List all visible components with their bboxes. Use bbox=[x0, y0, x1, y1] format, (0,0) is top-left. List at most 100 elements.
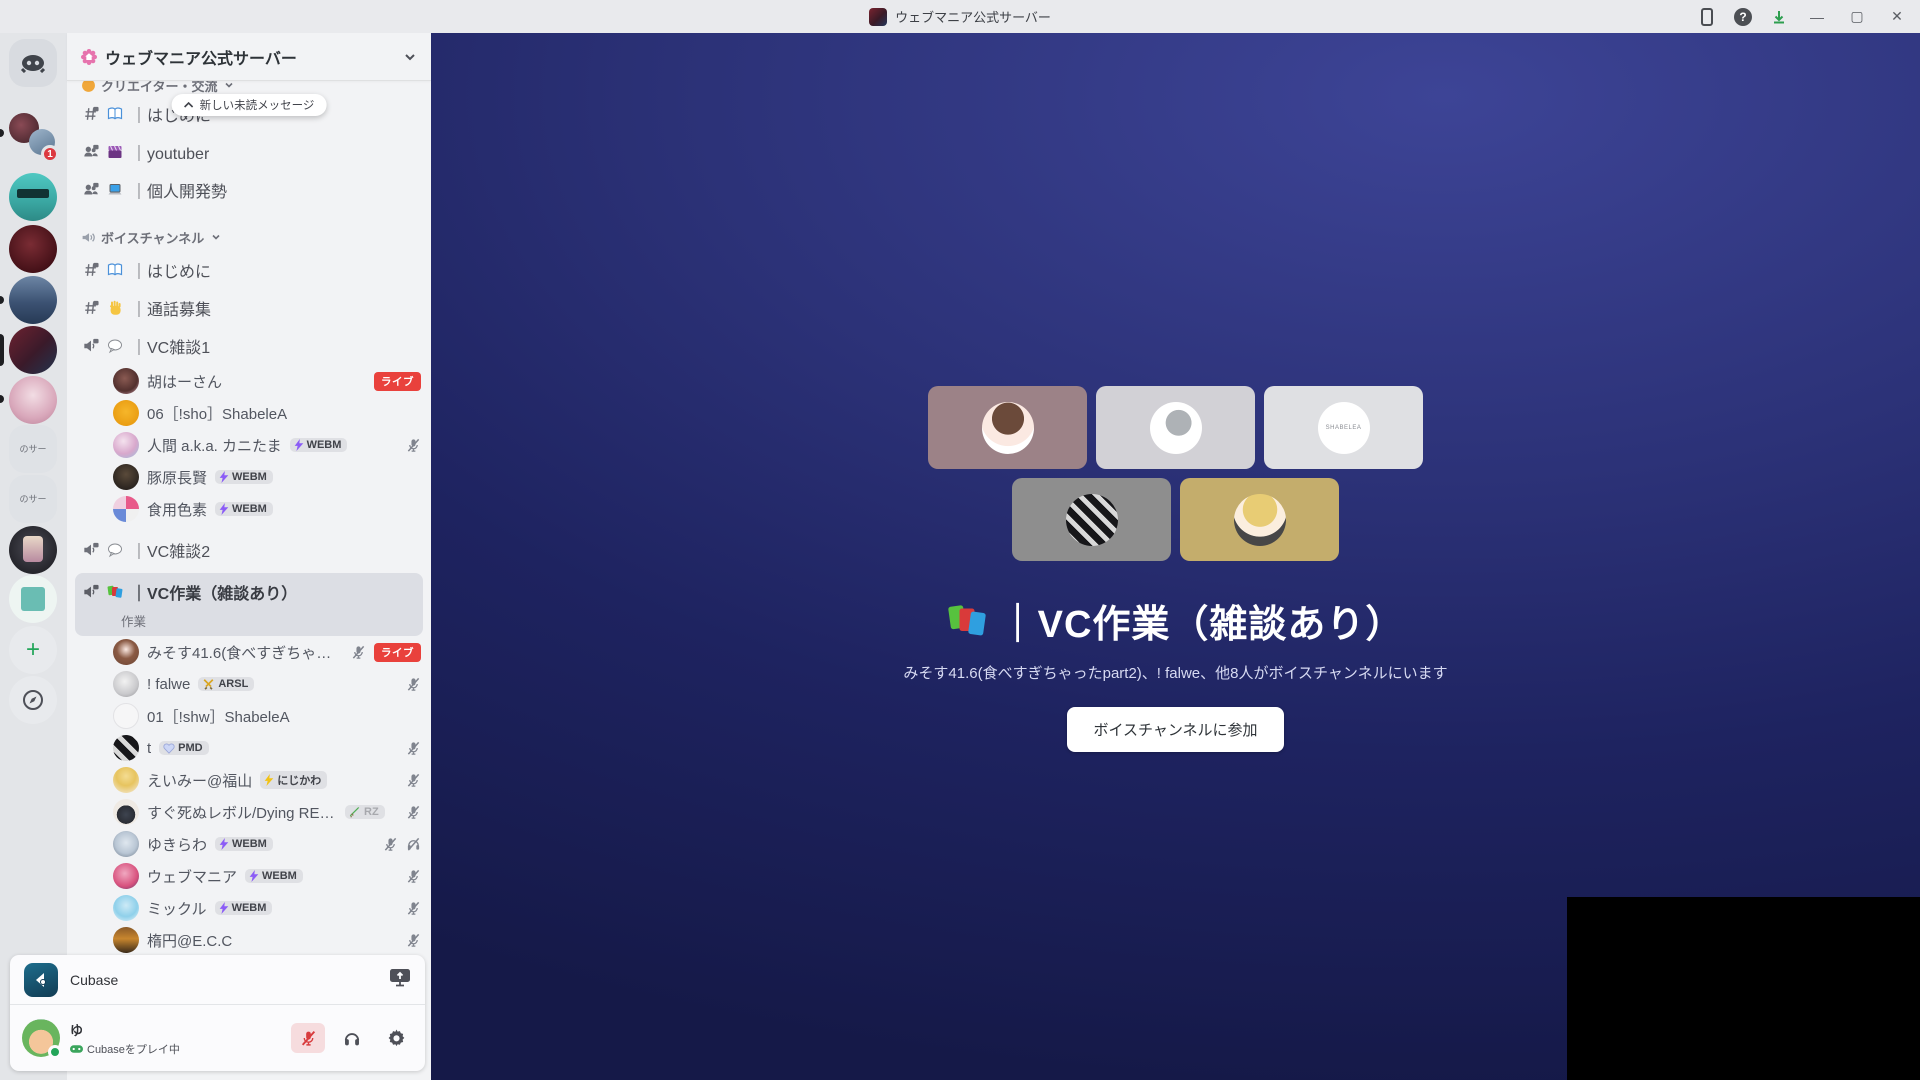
user-name: 楕円@E.C.C bbox=[147, 932, 233, 950]
join-voice-button[interactable]: ボイスチャンネルに参加 bbox=[1067, 707, 1284, 752]
voice-channel-vc1[interactable]: ｜VC雑談1 bbox=[75, 327, 423, 365]
voice-channel-tsuwa[interactable]: ｜通話募集 bbox=[75, 289, 423, 327]
voice-user-row[interactable]: 楕円@E.C.C bbox=[75, 924, 421, 956]
mic-muted-icon bbox=[407, 741, 420, 755]
bolt-purple-icon bbox=[219, 503, 229, 515]
server-icon-4[interactable] bbox=[9, 376, 57, 424]
speaker-lock-icon bbox=[84, 338, 99, 352]
participant-tile-amy[interactable] bbox=[1180, 478, 1339, 561]
mic-muted-icon bbox=[407, 773, 420, 787]
help-icon[interactable]: ? bbox=[1730, 4, 1756, 30]
channel-name: ｜VC雑談1 bbox=[131, 340, 211, 357]
category-emoji-icon bbox=[82, 81, 95, 92]
voice-user-row[interactable]: ミックル WEBM bbox=[75, 892, 421, 924]
channel-youtuber[interactable]: ｜youtuber bbox=[75, 133, 423, 171]
participant-tile-misosu[interactable] bbox=[928, 386, 1087, 469]
plus-icon: + bbox=[25, 636, 40, 663]
compass-icon bbox=[23, 690, 43, 710]
bolt-purple-icon bbox=[219, 838, 229, 850]
server-header[interactable]: ウェブマニア公式サーバー bbox=[67, 33, 431, 81]
server-icon-2[interactable] bbox=[9, 225, 57, 273]
home-button[interactable] bbox=[9, 39, 57, 87]
dm-group-avatar[interactable]: 1 bbox=[9, 113, 59, 163]
channel-kojinkaihatsu[interactable]: ｜個人開発勢 bbox=[75, 171, 423, 209]
mic-mute-button[interactable] bbox=[291, 1023, 325, 1053]
user-name: みそす41.6(食べすぎちゃ… bbox=[147, 644, 332, 662]
voice-user-row[interactable]: えいみー@福山 にじかわ bbox=[75, 764, 421, 796]
open-book-emoji bbox=[107, 263, 123, 276]
server-icon-robot[interactable] bbox=[9, 173, 57, 221]
maximize-button[interactable]: ▢ bbox=[1842, 0, 1872, 33]
mic-muted-icon bbox=[352, 645, 365, 659]
deafened-icon bbox=[407, 837, 420, 851]
category-voice-channels[interactable]: ボイスチャンネル bbox=[67, 223, 431, 251]
download-update-icon[interactable] bbox=[1766, 4, 1792, 30]
voice-user-row[interactable]: 胡はーさん ライブ bbox=[75, 365, 421, 397]
voice-channel-vc2[interactable]: ｜VC雑談2 bbox=[75, 531, 423, 569]
user-avatar bbox=[113, 863, 139, 889]
user-avatar bbox=[113, 831, 139, 857]
mic-muted-icon bbox=[407, 438, 420, 452]
voice-user-row[interactable]: 豚原長賢 WEBM bbox=[75, 461, 421, 493]
category-creator[interactable]: クリエイター・交流 bbox=[67, 81, 431, 95]
user-avatar bbox=[113, 735, 139, 761]
server-rail: 1 のサー のサー + bbox=[0, 33, 67, 1080]
online-status-dot bbox=[48, 1045, 62, 1059]
voice-user-row[interactable]: ! falwe ARSL bbox=[75, 668, 421, 700]
voice-user-row[interactable]: 人間 a.k.a. カニたま WEBM bbox=[75, 429, 421, 461]
mic-muted-icon bbox=[384, 837, 397, 851]
new-unread-pill[interactable]: 新しい未読メッセージ bbox=[171, 94, 327, 116]
unread-indicator bbox=[0, 129, 4, 137]
server-icon-5[interactable] bbox=[9, 526, 57, 574]
titlebar: ウェブマニア公式サーバー ? — ▢ ✕ bbox=[0, 0, 1920, 33]
user-name: ! falwe bbox=[147, 675, 191, 693]
deafen-button[interactable] bbox=[335, 1023, 369, 1053]
participant-tile-shabelea[interactable]: SHABELEA bbox=[1264, 386, 1423, 469]
screen-share-icon[interactable] bbox=[389, 967, 411, 992]
discord-window: ウェブマニア公式サーバー ? — ▢ ✕ 1 のサー のサー + ウェブマニア公… bbox=[0, 0, 1920, 1080]
chevron-up-icon bbox=[184, 101, 194, 108]
server-icon-selected[interactable] bbox=[9, 326, 57, 374]
settings-gear-icon[interactable] bbox=[379, 1023, 413, 1053]
avatar[interactable] bbox=[22, 1019, 62, 1059]
minimize-button[interactable]: — bbox=[1802, 0, 1832, 33]
voice-user-row[interactable]: 06［!sho］ShabeleA bbox=[75, 397, 421, 429]
server-folder-2[interactable]: のサー bbox=[9, 475, 57, 523]
users-lock-icon bbox=[84, 144, 99, 157]
voice-user-row[interactable]: t PMD bbox=[75, 732, 421, 764]
user-avatar bbox=[113, 671, 139, 697]
server-icon-3[interactable] bbox=[9, 276, 57, 324]
voice-channel-vcwork-selected[interactable]: ｜VC作業（雑談あり） 作業 bbox=[75, 573, 423, 636]
role-badge-webm: WEBM bbox=[245, 869, 303, 883]
crossed-swords-icon bbox=[203, 679, 214, 690]
pip-video-window[interactable] bbox=[1567, 897, 1920, 1080]
participant-tile-t[interactable] bbox=[1012, 478, 1171, 561]
user-avatar bbox=[113, 464, 139, 490]
server-icon-6[interactable] bbox=[9, 575, 57, 623]
voice-user-row[interactable]: みそす41.6(食べすぎちゃ… ライブ bbox=[75, 636, 421, 668]
server-folder-1[interactable]: のサー bbox=[9, 425, 57, 473]
chevron-down-icon bbox=[405, 53, 415, 60]
voice-user-row[interactable]: すぐ死ぬレボル/Dying REVOL RZ bbox=[75, 796, 421, 828]
participant-avatar bbox=[1065, 493, 1118, 546]
category-label: ボイスチャンネル bbox=[101, 230, 205, 246]
voice-channel-hajimeni[interactable]: ｜はじめに bbox=[75, 251, 423, 289]
user-avatar bbox=[113, 496, 139, 522]
chevron-down-icon bbox=[225, 82, 234, 88]
explore-servers-button[interactable] bbox=[9, 676, 57, 724]
user-name: えいみー@福山 bbox=[147, 772, 253, 790]
channel-name: ｜VC雑談2 bbox=[131, 544, 211, 561]
mobile-icon[interactable] bbox=[1694, 4, 1720, 30]
participant-tile-falwe[interactable] bbox=[1096, 386, 1255, 469]
user-meta[interactable]: ゆ Cubaseをプレイ中 bbox=[70, 1020, 281, 1057]
chevron-down-icon bbox=[212, 234, 220, 240]
voice-user-row[interactable]: ウェブマニア WEBM bbox=[75, 860, 421, 892]
add-server-button[interactable]: + bbox=[9, 626, 57, 674]
voice-user-row[interactable]: ゆきらわ WEBM bbox=[75, 828, 421, 860]
user-name: ウェブマニア bbox=[147, 868, 238, 886]
user-avatar bbox=[113, 927, 139, 953]
channel-name: ｜VC作業（雑談あり） bbox=[131, 586, 298, 603]
voice-user-row[interactable]: 食用色素 WEBM bbox=[75, 493, 421, 525]
close-button[interactable]: ✕ bbox=[1882, 0, 1912, 33]
voice-user-row[interactable]: 01［!shw］ShabeleA bbox=[75, 700, 421, 732]
